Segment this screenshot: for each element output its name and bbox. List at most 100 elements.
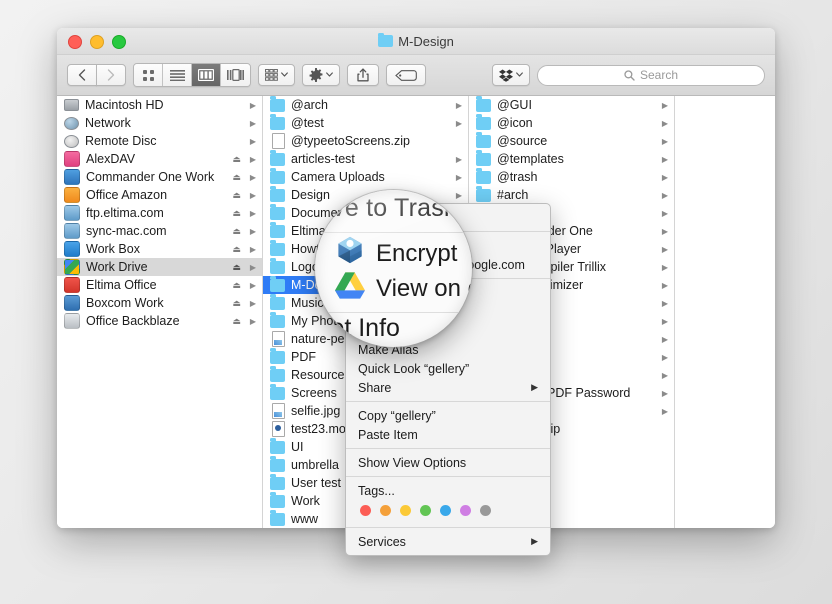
sidebar-item[interactable]: Office Amazon ⏏ ▶ (57, 186, 262, 204)
toolbar: Search (57, 55, 775, 96)
sidebar-item[interactable]: Work Drive ⏏ ▶ (57, 258, 262, 276)
window-title: M-Design (57, 28, 775, 54)
eject-icon[interactable]: ⏏ (232, 262, 241, 273)
eject-icon[interactable]: ⏏ (232, 244, 241, 255)
file-row[interactable]: @templates ▶ (469, 150, 674, 168)
webdav-icon (64, 151, 80, 167)
sidebar-item[interactable]: Work Box ⏏ ▶ (57, 240, 262, 258)
window-titlebar[interactable]: M-Design (57, 28, 775, 55)
eltima-icon (64, 277, 80, 293)
disclosure-arrow-icon: ▶ (249, 190, 256, 200)
folder-icon (270, 366, 285, 382)
context-menu-item-share[interactable]: Share ▶ (346, 378, 550, 397)
movie-icon (272, 421, 285, 437)
eject-icon[interactable]: ⏏ (232, 172, 241, 183)
list-view-button[interactable] (163, 64, 192, 86)
folder-icon (270, 150, 285, 166)
sidebar-item[interactable]: Eltima Office ⏏ ▶ (57, 276, 262, 294)
context-menu-item-copy[interactable]: Copy “gellery” (346, 406, 550, 425)
search-field[interactable]: Search (537, 64, 765, 86)
optical-disc-icon (64, 134, 79, 148)
sidebar-item[interactable]: Boxcom Work ⏏ ▶ (57, 294, 262, 312)
tag-color-dot-3[interactable] (420, 505, 431, 516)
document-icon (272, 133, 285, 149)
disclosure-arrow-icon: ▶ (661, 370, 668, 380)
file-row[interactable]: @trash ▶ (469, 168, 674, 186)
eject-icon[interactable]: ⏏ (232, 208, 241, 219)
sidebar-item[interactable]: Macintosh HD ▶ (57, 96, 262, 114)
context-menu-item-services[interactable]: Services ▶ (346, 532, 550, 551)
eject-icon[interactable]: ⏏ (232, 154, 241, 165)
disclosure-arrow-icon: ▶ (249, 244, 256, 254)
file-row[interactable]: articles-test ▶ (263, 150, 468, 168)
sidebar-item[interactable]: Network ▶ (57, 114, 262, 132)
file-row[interactable]: @GUI ▶ (469, 96, 674, 114)
eject-icon[interactable]: ⏏ (232, 190, 241, 201)
forward-button[interactable] (96, 64, 126, 86)
disclosure-arrow-icon: ▶ (661, 172, 668, 182)
file-row-label: @typeetoScreens.zip (291, 134, 411, 148)
context-menu-item-tags[interactable]: Tags... (346, 481, 550, 500)
sidebar-item[interactable]: ftp.eltima.com ⏏ ▶ (57, 204, 262, 222)
sidebar-item[interactable]: Office Backblaze ⏏ ▶ (57, 312, 262, 330)
disclosure-arrow-icon: ▶ (249, 298, 256, 308)
sidebar-item[interactable]: Commander One Work ⏏ ▶ (57, 168, 262, 186)
action-gear-button[interactable] (302, 64, 340, 86)
context-menu-item-show-view-options[interactable]: Show View Options (346, 453, 550, 472)
disclosure-arrow-icon: ▶ (455, 100, 462, 110)
eject-icon[interactable]: ⏏ (232, 298, 241, 309)
context-menu-item-quick-look[interactable]: Quick Look “gellery” (346, 359, 550, 378)
file-row[interactable]: @arch ▶ (263, 96, 468, 114)
view-mode-group (133, 63, 251, 87)
file-row[interactable]: @icon ▶ (469, 114, 674, 132)
tag-color-dot-1[interactable] (380, 505, 391, 516)
group-by-button[interactable] (258, 64, 295, 86)
eject-icon[interactable]: ⏏ (232, 226, 241, 237)
ftp-icon (64, 223, 80, 239)
icon-view-button[interactable] (134, 64, 163, 86)
file-column-4 (675, 96, 775, 528)
disclosure-arrow-icon: ▶ (661, 388, 668, 398)
sidebar-item[interactable]: Remote Disc ▶ (57, 132, 262, 150)
context-menu-item-paste[interactable]: Paste Item (346, 425, 550, 444)
file-row[interactable]: @test ▶ (263, 114, 468, 132)
disclosure-arrow-icon: ▶ (661, 352, 668, 362)
eject-icon[interactable]: ⏏ (232, 316, 241, 327)
google-drive-icon (335, 272, 365, 306)
magnified-encrypt-item[interactable]: Encrypt (335, 235, 457, 272)
window-title-text: M-Design (398, 33, 454, 49)
magnifier-lens: Move to Trash Encrypt View on drive.goog… (315, 190, 472, 347)
sidebar-item[interactable]: AlexDAV ⏏ ▶ (57, 150, 262, 168)
share-button[interactable] (347, 64, 379, 86)
tag-button[interactable] (386, 64, 426, 86)
tag-color-dot-0[interactable] (360, 505, 371, 516)
tag-color-dot-4[interactable] (440, 505, 451, 516)
menu-divider (346, 476, 550, 477)
file-row[interactable]: @typeetoScreens.zip (263, 132, 468, 150)
folder-icon (270, 96, 285, 112)
file-row[interactable]: #arch ▶ (469, 186, 674, 204)
gallery-view-button[interactable] (221, 64, 250, 86)
disclosure-arrow-icon: ▶ (661, 118, 668, 128)
tag-color-dot-2[interactable] (400, 505, 411, 516)
column-view-button[interactable] (192, 64, 221, 86)
magnified-view-on-drive-item[interactable]: View on drive.google.com (335, 272, 472, 306)
sidebar-item-label: Network (85, 116, 131, 130)
tag-color-dot-6[interactable] (480, 505, 491, 516)
disclosure-arrow-icon: ▶ (249, 226, 256, 236)
folder-icon (476, 96, 491, 112)
sidebar-item-label: Remote Disc (85, 134, 157, 148)
tag-color-dot-5[interactable] (460, 505, 471, 516)
eject-icon[interactable]: ⏏ (232, 280, 241, 291)
file-row[interactable]: @source ▶ (469, 132, 674, 150)
file-row-label: @templates (497, 152, 564, 166)
harddisk-icon (64, 99, 79, 111)
ftp-icon (64, 205, 80, 221)
disclosure-arrow-icon: ▶ (661, 100, 668, 110)
boxcom-icon (64, 295, 80, 311)
dropbox-button[interactable] (492, 64, 530, 86)
sidebar-item[interactable]: sync-mac.com ⏏ ▶ (57, 222, 262, 240)
folder-icon (476, 168, 491, 184)
back-button[interactable] (67, 64, 97, 86)
file-row[interactable]: Camera Uploads ▶ (263, 168, 468, 186)
